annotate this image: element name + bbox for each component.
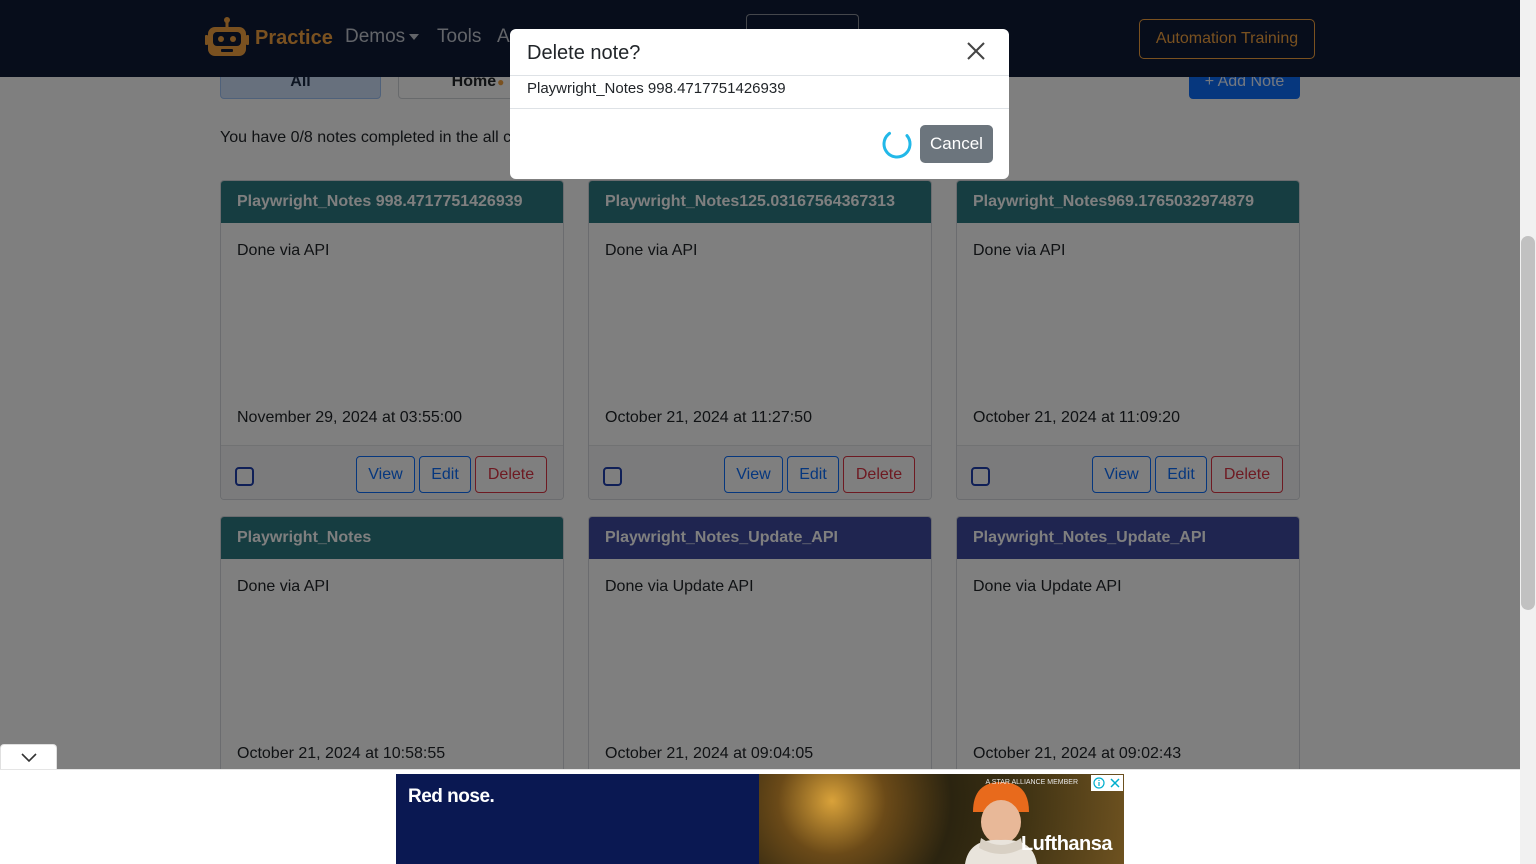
modal-footer-divider [510, 108, 1009, 109]
cancel-button[interactable]: Cancel [920, 125, 993, 163]
ad-info-icon[interactable] [1091, 775, 1107, 791]
ad-headline: Red nose. [408, 786, 495, 807]
ad-collapse-toggle[interactable] [0, 744, 57, 770]
loading-spinner-icon [882, 129, 912, 159]
ad-brand: Lufthansa [1020, 833, 1113, 855]
ad-alliance-tag: A STAR ALLIANCE MEMBER [985, 779, 1078, 786]
ad-image: A STAR ALLIANCE MEMBER Lufthansa [759, 774, 1124, 864]
delete-note-modal: Delete note? Playwright_Notes 998.471775… [510, 29, 1009, 179]
modal-header-divider [510, 75, 1009, 76]
ad-banner[interactable]: Red nose. A STAR ALLIANCE MEMBER Lufthan… [396, 774, 1124, 864]
close-icon [1110, 778, 1120, 788]
ad-close-button[interactable] [1107, 775, 1123, 791]
chevron-down-icon [20, 752, 37, 762]
info-icon [1093, 777, 1105, 789]
ad-left-panel: Red nose. [396, 774, 759, 864]
modal-title: Delete note? [527, 42, 641, 64]
close-icon[interactable] [964, 39, 988, 63]
scrollbar-thumb[interactable] [1521, 236, 1535, 610]
modal-note-title: Playwright_Notes 998.4717751426939 [527, 80, 786, 97]
